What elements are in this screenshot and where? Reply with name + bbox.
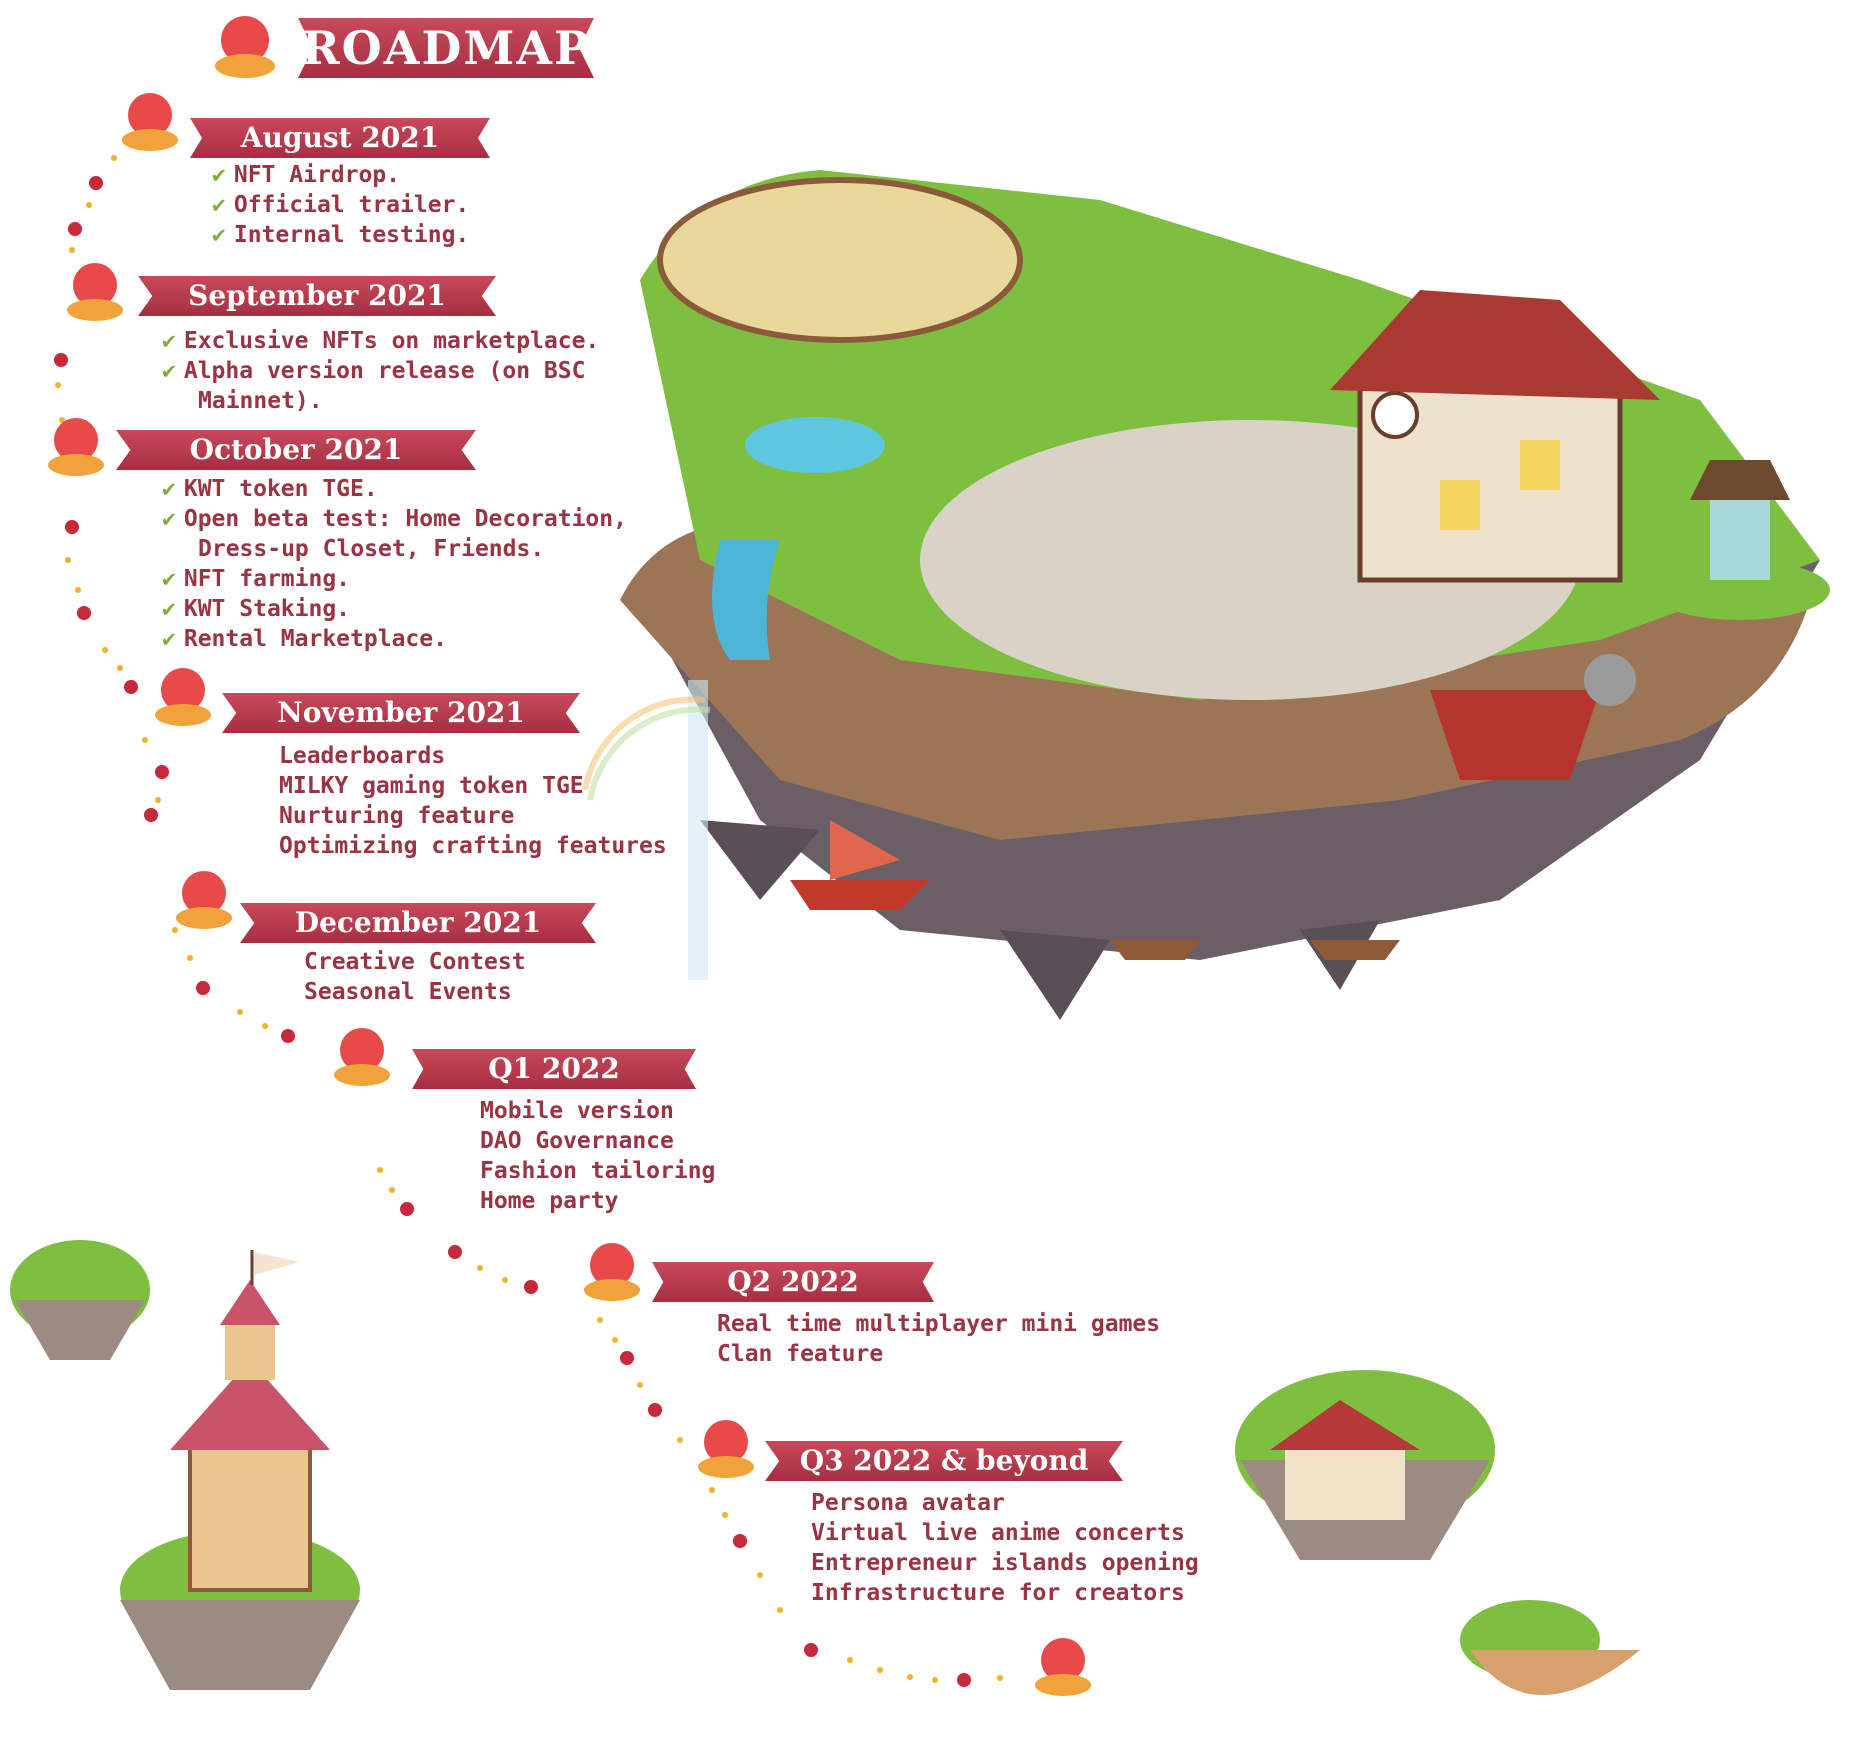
list-item: ✔ KWT token TGE. <box>162 476 378 502</box>
check-icon: ✔ <box>162 358 176 384</box>
mascot-icon <box>1035 1638 1091 1696</box>
list-item: Seasonal Events <box>304 979 512 1005</box>
milestone-items: ✔ Exclusive NFTs on marketplace. ✔ Alpha v… <box>162 326 599 416</box>
milestone-period: Q2 2022 <box>652 1262 934 1302</box>
check-icon: ✔ <box>162 596 176 622</box>
mascot-icon <box>155 668 211 726</box>
list-item: ✔ NFT Airdrop. <box>212 162 401 188</box>
list-item: DAO Governance <box>480 1128 674 1154</box>
milestone-period: August 2021 <box>190 118 490 158</box>
list-item: Clan feature <box>717 1341 884 1367</box>
mascot-icon <box>698 1420 754 1478</box>
list-item: Persona avatar <box>811 1490 1005 1516</box>
check-icon: ✔ <box>162 476 176 502</box>
list-item: Leaderboards <box>279 743 446 769</box>
list-item: Virtual live anime concerts <box>811 1520 1185 1546</box>
list-item: Mobile version <box>480 1098 674 1124</box>
list-item: ✔ Internal testing. <box>212 222 470 248</box>
check-icon: ✔ <box>162 506 176 532</box>
list-item: Mainnet). <box>198 388 323 414</box>
milestone-items: ✔ NFT Airdrop. ✔ Official trailer. ✔ Intern… <box>212 160 469 250</box>
list-item: ✔ Open beta test: Home Decoration, <box>162 506 627 532</box>
mascot-icon <box>215 16 275 78</box>
list-item: Creative Contest <box>304 949 526 975</box>
roadmap-title: ROADMAP <box>298 18 594 78</box>
milestone-items: ✔ KWT token TGE. ✔ Open beta test: Home De… <box>162 474 627 654</box>
milestone-period: October 2021 <box>116 430 476 470</box>
mascot-icon <box>48 418 104 476</box>
mascot-icon <box>334 1028 390 1086</box>
mascot-icon <box>176 871 232 929</box>
check-icon: ✔ <box>212 222 226 248</box>
check-icon: ✔ <box>162 328 176 354</box>
list-item: MILKY gaming token TGE <box>279 773 584 799</box>
milestone-items: Persona avatar Virtual live anime concer… <box>811 1488 1199 1608</box>
list-item: Infrastructure for creators <box>811 1580 1185 1606</box>
milestone-items: Creative Contest Seasonal Events <box>304 947 526 1007</box>
cottage-island <box>1235 1370 1640 1695</box>
list-item: Real time multiplayer mini games <box>717 1311 1161 1337</box>
check-icon: ✔ <box>162 626 176 652</box>
list-item: Fashion tailoring <box>480 1158 716 1184</box>
milestone-period: September 2021 <box>138 276 496 316</box>
check-icon: ✔ <box>162 566 176 592</box>
list-item: ✔ NFT farming. <box>162 566 351 592</box>
milestone-period: Q1 2022 <box>412 1049 696 1089</box>
list-item: Home party <box>480 1188 619 1214</box>
list-item: ✔ Rental Marketplace. <box>162 626 447 652</box>
list-item: Optimizing crafting features <box>279 833 667 859</box>
list-item: ✔ Exclusive NFTs on marketplace. <box>162 328 600 354</box>
main-floating-island <box>582 170 1820 1020</box>
milestone-items: Mobile version DAO Governance Fashion ta… <box>480 1096 715 1216</box>
milestone-period: December 2021 <box>240 903 596 943</box>
milestone-period: Q3 2022 & beyond <box>765 1441 1123 1481</box>
mascot-icon <box>584 1243 640 1301</box>
milestone-items: Real time multiplayer mini games Clan fe… <box>717 1309 1160 1369</box>
list-item: ✔ Official trailer. <box>212 192 470 218</box>
list-item: ✔ KWT Staking. <box>162 596 351 622</box>
check-icon: ✔ <box>212 192 226 218</box>
check-icon: ✔ <box>212 162 226 188</box>
milestone-items: Leaderboards MILKY gaming token TGE Nurt… <box>279 741 667 861</box>
mascot-icon <box>122 93 178 151</box>
list-item: Dress-up Closet, Friends. <box>198 536 545 562</box>
list-item: Entrepreneur islands opening <box>811 1550 1199 1576</box>
list-item: Nurturing feature <box>279 803 515 829</box>
milestone-period: November 2021 <box>222 693 580 733</box>
tower-island <box>10 1240 360 1690</box>
mascot-icon <box>67 263 123 321</box>
list-item: ✔ Alpha version release (on BSC <box>162 358 586 384</box>
